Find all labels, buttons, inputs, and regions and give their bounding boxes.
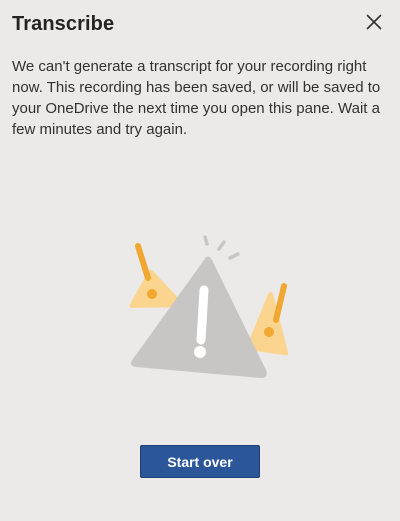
pane-title: Transcribe [12,13,115,35]
close-button[interactable] [362,10,386,34]
start-over-button[interactable]: Start over [140,445,260,478]
close-icon [366,14,382,30]
warning-illustration [129,235,289,378]
error-message: We can't generate a transcript for your … [12,58,381,138]
sparkle-icon [203,235,240,260]
left-warning-triangle-icon [129,243,184,308]
transcribe-pane: Transcribe We can't generate a transcrip… [0,0,400,521]
